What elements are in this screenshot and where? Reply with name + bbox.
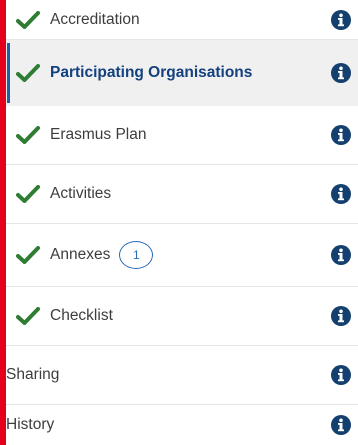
nav-item-label: Erasmus Plan (50, 126, 147, 143)
nav-item-erasmus-plan[interactable]: Erasmus Plan (6, 106, 358, 164)
nav-item-label: Participating Organisations (50, 64, 253, 81)
nav-item-accreditation[interactable]: Accreditation (6, 0, 358, 40)
section-navigation: Accreditation Participating Organisation… (0, 0, 358, 445)
info-icon[interactable] (330, 414, 352, 436)
check-icon (16, 125, 40, 145)
info-icon[interactable] (330, 244, 352, 266)
info-icon[interactable] (330, 183, 352, 205)
nav-item-label: Sharing (6, 366, 60, 383)
nav-item-annexes[interactable]: Annexes 1 (6, 224, 358, 286)
nav-item-label: Activities (50, 185, 112, 202)
info-icon[interactable] (330, 9, 352, 31)
check-icon (16, 63, 40, 83)
check-icon (16, 306, 40, 326)
nav-item-label: Annexes (50, 246, 111, 263)
nav-item-label: History (6, 416, 55, 433)
info-icon[interactable] (330, 62, 352, 84)
check-icon (16, 245, 40, 265)
check-icon (16, 184, 40, 204)
nav-item-checklist[interactable]: Checklist (6, 287, 358, 345)
nav-item-sharing[interactable]: Sharing (6, 346, 358, 404)
nav-item-label: Accreditation (50, 11, 140, 28)
info-icon[interactable] (330, 124, 352, 146)
annex-count-badge: 1 (119, 241, 154, 269)
nav-item-history[interactable]: History (6, 405, 358, 445)
info-icon[interactable] (330, 364, 352, 386)
nav-item-participating-organisations[interactable]: Participating Organisations (6, 40, 358, 106)
active-indicator (7, 43, 10, 103)
check-icon (16, 10, 40, 30)
nav-item-activities[interactable]: Activities (6, 165, 358, 223)
nav-item-label: Checklist (50, 307, 113, 324)
info-icon[interactable] (330, 305, 352, 327)
